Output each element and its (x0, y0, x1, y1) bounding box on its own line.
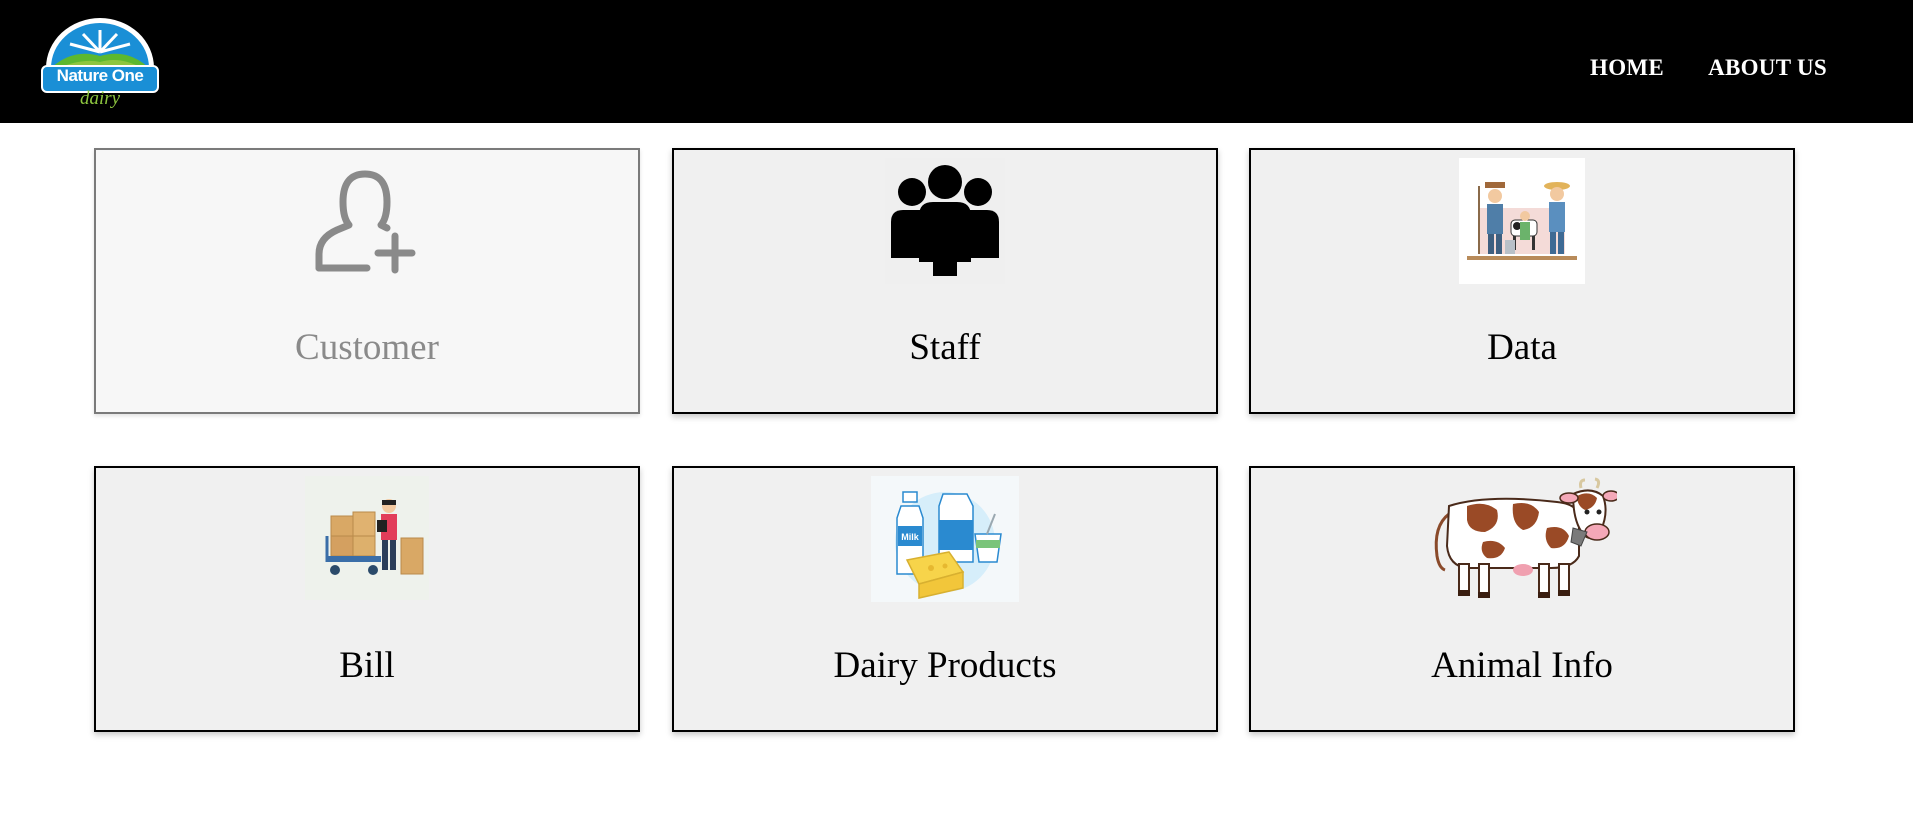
card-label-bill: Bill (339, 645, 395, 686)
nav-links: HOME ABOUT US (1590, 55, 1827, 81)
dairy-products-card[interactable]: Milk Dairy Products (672, 466, 1218, 732)
top-navbar: Nature One dairy HOME ABOUT US (0, 0, 1913, 123)
delivery-worker-icon (305, 476, 429, 605)
customer-card[interactable]: Customer (94, 148, 640, 414)
dairy-products-icon: Milk (871, 476, 1019, 607)
logo-name: Nature One (56, 66, 144, 85)
group-icon (885, 158, 1005, 289)
farmer-family-icon (1459, 158, 1585, 289)
nature-one-dairy-logo[interactable]: Nature One dairy (38, 10, 162, 110)
data-card[interactable]: Data (1249, 148, 1795, 414)
card-label-customer: Customer (295, 327, 439, 368)
card-label-dairy-products: Dairy Products (833, 645, 1057, 686)
animal-info-card[interactable]: Animal Info (1249, 466, 1795, 732)
add-user-icon (305, 158, 429, 287)
cow-icon (1427, 476, 1620, 611)
svg-text:Milk: Milk (901, 532, 919, 542)
nav-about-us-link[interactable]: ABOUT US (1708, 55, 1827, 81)
staff-card[interactable]: Staff (672, 148, 1218, 414)
bill-card[interactable]: Bill (94, 466, 640, 732)
card-label-staff: Staff (909, 327, 981, 368)
logo-subtitle: dairy (79, 88, 121, 109)
card-label-data: Data (1487, 327, 1557, 368)
nav-home-link[interactable]: HOME (1590, 55, 1664, 81)
card-label-animal-info: Animal Info (1431, 645, 1613, 686)
